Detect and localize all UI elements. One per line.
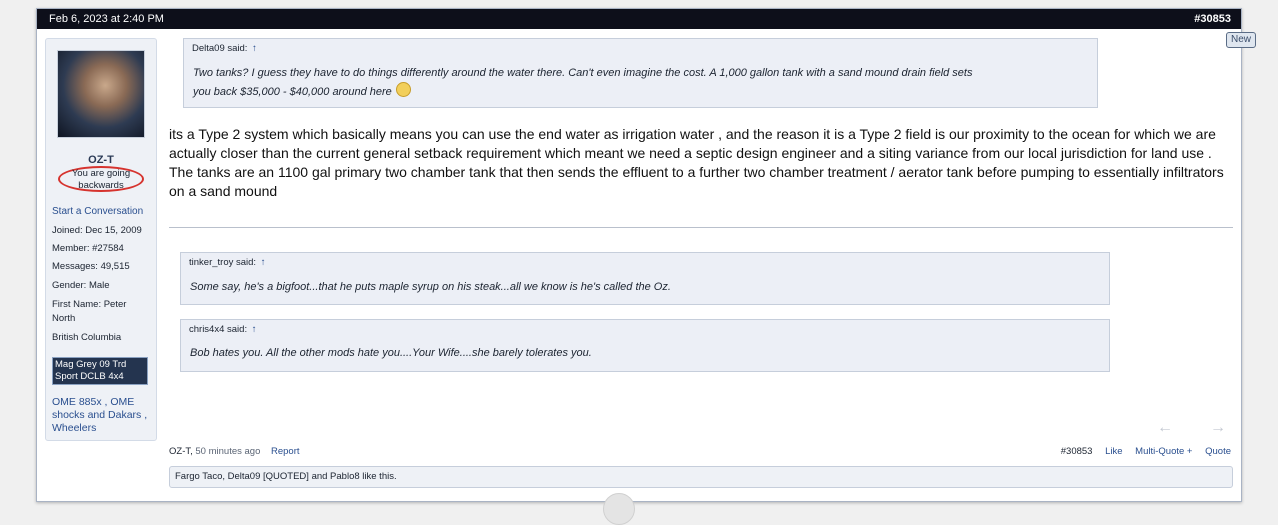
divider [169,227,1233,228]
likes-summary[interactable]: Fargo Taco, Delta09 [QUOTED] and Pablo8 … [169,466,1233,488]
jump-to-quote-icon[interactable]: ↑ [261,257,266,268]
scroll-to-top-button[interactable] [603,493,635,525]
start-conversation-link[interactable]: Start a Conversation [52,206,143,217]
like-button[interactable]: Like [1105,446,1122,457]
user-messages: Messages: 49,515 [52,261,130,272]
vehicle-mods: OME 885x , OME shocks and Dakars , Wheel… [52,396,148,434]
post-permalink[interactable]: #30853 [1194,9,1231,29]
username[interactable]: OZ-T [46,154,156,166]
thinking-face-icon [395,82,411,97]
post-body: its a Type 2 system which basically mean… [169,126,1224,199]
vehicle-badge: Mag Grey 09 Trd Sport DCLB 4x4 [52,357,148,385]
quote-button[interactable]: Quote [1205,446,1231,457]
post-author-link[interactable]: OZ-T, [169,446,193,457]
report-link[interactable]: Report [271,446,300,457]
quote-text: Some say, he's a bigfoot...that he puts … [190,281,671,293]
post-actions: #30853 Like Multi-Quote + Quote [1061,446,1231,457]
new-badge: New [1226,32,1256,48]
jump-to-quote-icon[interactable]: ↑ [252,324,257,335]
multi-quote-button[interactable]: Multi-Quote + [1135,446,1192,457]
quote-author: tinker_troy said: ↑ [189,257,266,268]
post-time[interactable]: 50 minutes ago [195,446,260,457]
user-joined: Joined: Dec 15, 2009 [52,225,142,236]
quote-text: Bob hates you. All the other mods hate y… [190,347,592,359]
user-location: British Columbia [52,332,122,343]
quote-text: Two tanks? I guess they have to do thing… [193,67,973,98]
post-number-link[interactable]: #30853 [1061,446,1093,457]
quote-block: chris4x4 said: ↑ Bob hates you. All the … [180,319,1110,372]
prev-post-icon[interactable]: ← [1157,419,1173,437]
jump-to-quote-icon[interactable]: ↑ [252,43,257,54]
post-date: Feb 6, 2023 at 2:40 PM [49,13,164,25]
quote-block: Delta09 said: ↑ Two tanks? I guess they … [183,38,1098,108]
user-first-name: First Name: Peter North [52,299,127,324]
user-gender: Gender: Male [52,280,110,291]
forum-post: Feb 6, 2023 at 2:40 PM #30853 OZ-T You a… [36,8,1242,502]
user-title: You are going backwards [58,166,144,192]
user-info-panel: OZ-T You are going backwards Start a Con… [45,38,157,441]
post-header: Feb 6, 2023 at 2:40 PM #30853 [37,9,1241,29]
next-post-icon[interactable]: → [1210,419,1226,437]
quote-block: tinker_troy said: ↑ Some say, he's a big… [180,252,1110,305]
avatar[interactable] [57,50,145,138]
quote-author: Delta09 said: ↑ [192,43,257,54]
user-member-number: Member: #27584 [52,243,124,254]
quote-author: chris4x4 said: ↑ [189,324,257,335]
post-footer-meta: OZ-T, 50 minutes ago Report [169,446,300,457]
